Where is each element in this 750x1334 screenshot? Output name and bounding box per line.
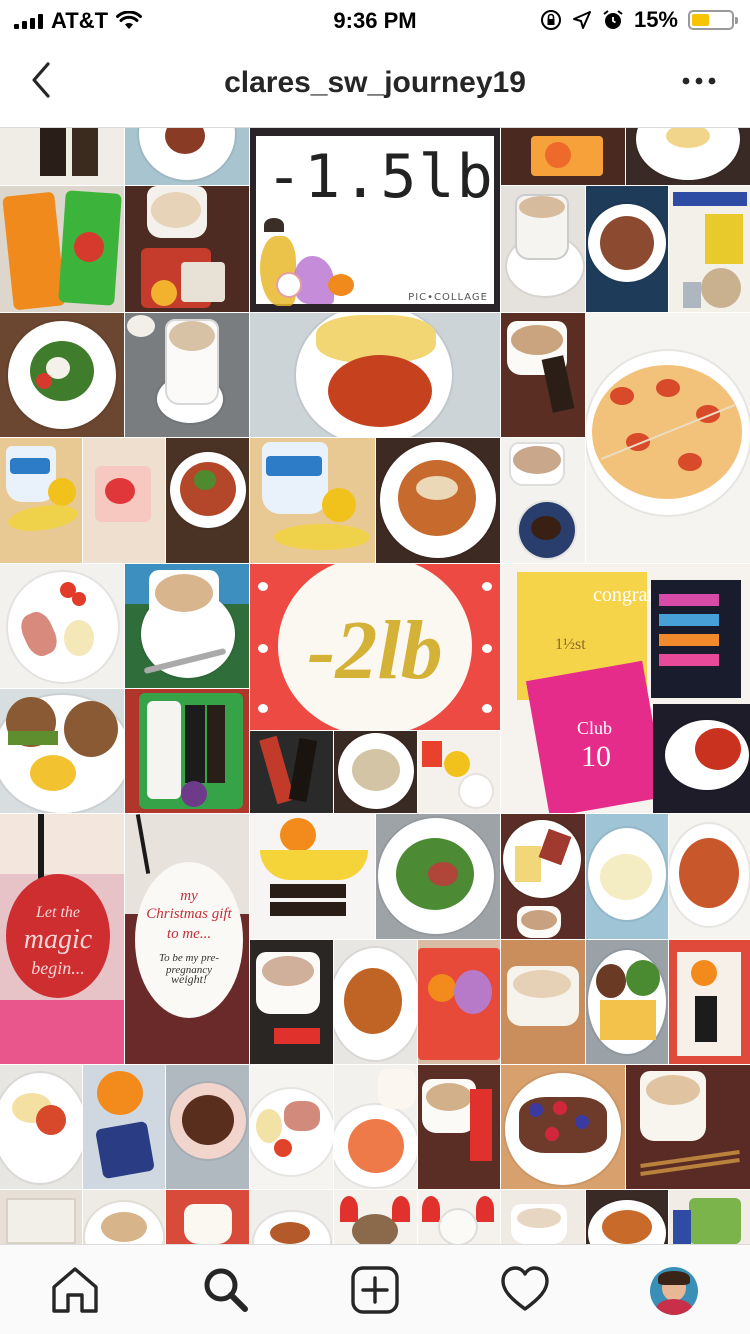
post-thumbnail[interactable] [501,128,625,185]
post-thumbnail[interactable] [250,1190,333,1244]
weight-loss-tile[interactable]: -1.5lb PIC•COLLAGE [250,128,500,312]
tag-line: Let the [36,904,80,921]
post-thumbnail[interactable] [501,814,585,939]
award-word: congrat [593,584,653,606]
tag-line: weight! [171,972,207,986]
post-thumbnail[interactable] [166,438,249,563]
post-thumbnail[interactable] [0,128,124,185]
award-tile[interactable]: congrat 1½st Club 10 [501,564,750,813]
rotation-lock-icon [540,10,561,30]
post-thumbnail[interactable] [0,564,124,688]
post-thumbnail[interactable] [125,186,249,312]
post-thumbnail[interactable] [0,313,124,437]
post-thumbnail[interactable] [334,940,417,1064]
post-thumbnail[interactable] [83,1065,165,1189]
post-thumbnail[interactable] [501,940,585,1064]
post-thumbnail[interactable] [418,1190,500,1244]
post-thumbnail[interactable] [501,186,585,312]
home-icon[interactable] [48,1263,102,1317]
post-thumbnail[interactable] [125,564,249,688]
tag-line: begin... [31,958,85,978]
post-thumbnail[interactable] [250,313,500,437]
post-thumbnail[interactable] [250,438,375,563]
page-title: clares_sw_journey19 [224,66,526,99]
post-thumbnail[interactable] [586,814,668,939]
post-thumbnail[interactable] [501,1065,625,1189]
post-thumbnail[interactable] [250,940,333,1064]
post-thumbnail[interactable] [418,731,500,813]
profile-header: clares_sw_journey19 [0,40,750,128]
post-thumbnail[interactable]: my Christmas gift to me... To be my pre-… [125,814,249,1064]
post-grid: -1.5lb PIC•COLLAGE -2lb congrat 1½st Clu… [0,128,750,1244]
post-thumbnail[interactable] [166,1190,249,1244]
post-thumbnail[interactable] [418,940,500,1064]
post-thumbnail[interactable] [376,814,500,939]
weight-loss-label: -2lb [307,604,443,697]
post-thumbnail[interactable] [83,1190,165,1244]
post-thumbnail[interactable] [334,1190,417,1244]
award-number: 10 [581,740,611,773]
post-thumbnail[interactable] [626,1065,750,1189]
post-thumbnail[interactable] [376,438,500,563]
award-fraction: 1½st [555,636,586,653]
post-thumbnail[interactable] [250,731,333,813]
more-horizontal-icon[interactable] [674,66,724,96]
picollage-brand: PIC•COLLAGE [408,292,488,303]
post-thumbnail[interactable] [334,1065,417,1189]
post-thumbnail[interactable] [418,1065,500,1189]
post-thumbnail[interactable] [501,313,585,437]
post-thumbnail[interactable] [250,814,375,939]
alarm-icon [603,10,623,29]
tab-bar [0,1244,750,1334]
activity-heart-icon[interactable] [498,1263,552,1317]
profile-avatar[interactable] [650,1267,698,1315]
tag-line: to me... [166,926,212,942]
post-thumbnail[interactable] [626,128,750,185]
weight-loss-label: -1.5lb [266,142,495,212]
battery-percent: 15% [633,7,678,32]
battery-icon [688,10,738,30]
post-thumbnail[interactable] [501,1190,585,1244]
post-thumbnail[interactable] [166,1065,249,1189]
post-thumbnail[interactable] [586,313,750,563]
post-thumbnail[interactable] [250,1065,333,1189]
post-thumbnail[interactable] [669,186,750,312]
post-thumbnail[interactable] [0,438,82,563]
post-thumbnail[interactable] [0,1190,82,1244]
post-thumbnail[interactable] [669,940,750,1064]
location-icon [572,11,591,29]
search-icon[interactable] [198,1263,252,1317]
tag-line: magic [23,924,93,955]
post-thumbnail[interactable] [669,814,750,939]
post-thumbnail[interactable]: Let the magic begin... [0,814,124,1064]
post-thumbnail[interactable] [586,940,668,1064]
post-thumbnail[interactable] [0,186,124,312]
post-thumbnail[interactable] [83,438,165,563]
tag-line: my [180,888,198,904]
post-thumbnail[interactable] [586,186,668,312]
post-thumbnail[interactable] [334,731,417,813]
post-thumbnail[interactable] [0,1065,82,1189]
status-bar: AT&T 9:36 PM 15% [0,0,750,40]
post-thumbnail[interactable] [125,689,249,813]
new-post-icon[interactable] [348,1263,402,1317]
tag-line: Christmas gift [146,906,232,922]
post-thumbnail[interactable] [0,689,124,813]
post-thumbnail[interactable] [125,128,249,185]
post-thumbnail[interactable] [125,313,249,437]
weight-loss-tile[interactable]: -2lb [250,564,500,730]
post-thumbnail[interactable] [501,438,585,563]
award-club: Club [577,718,613,738]
post-thumbnail[interactable] [669,1190,750,1244]
post-thumbnail[interactable] [586,1190,668,1244]
